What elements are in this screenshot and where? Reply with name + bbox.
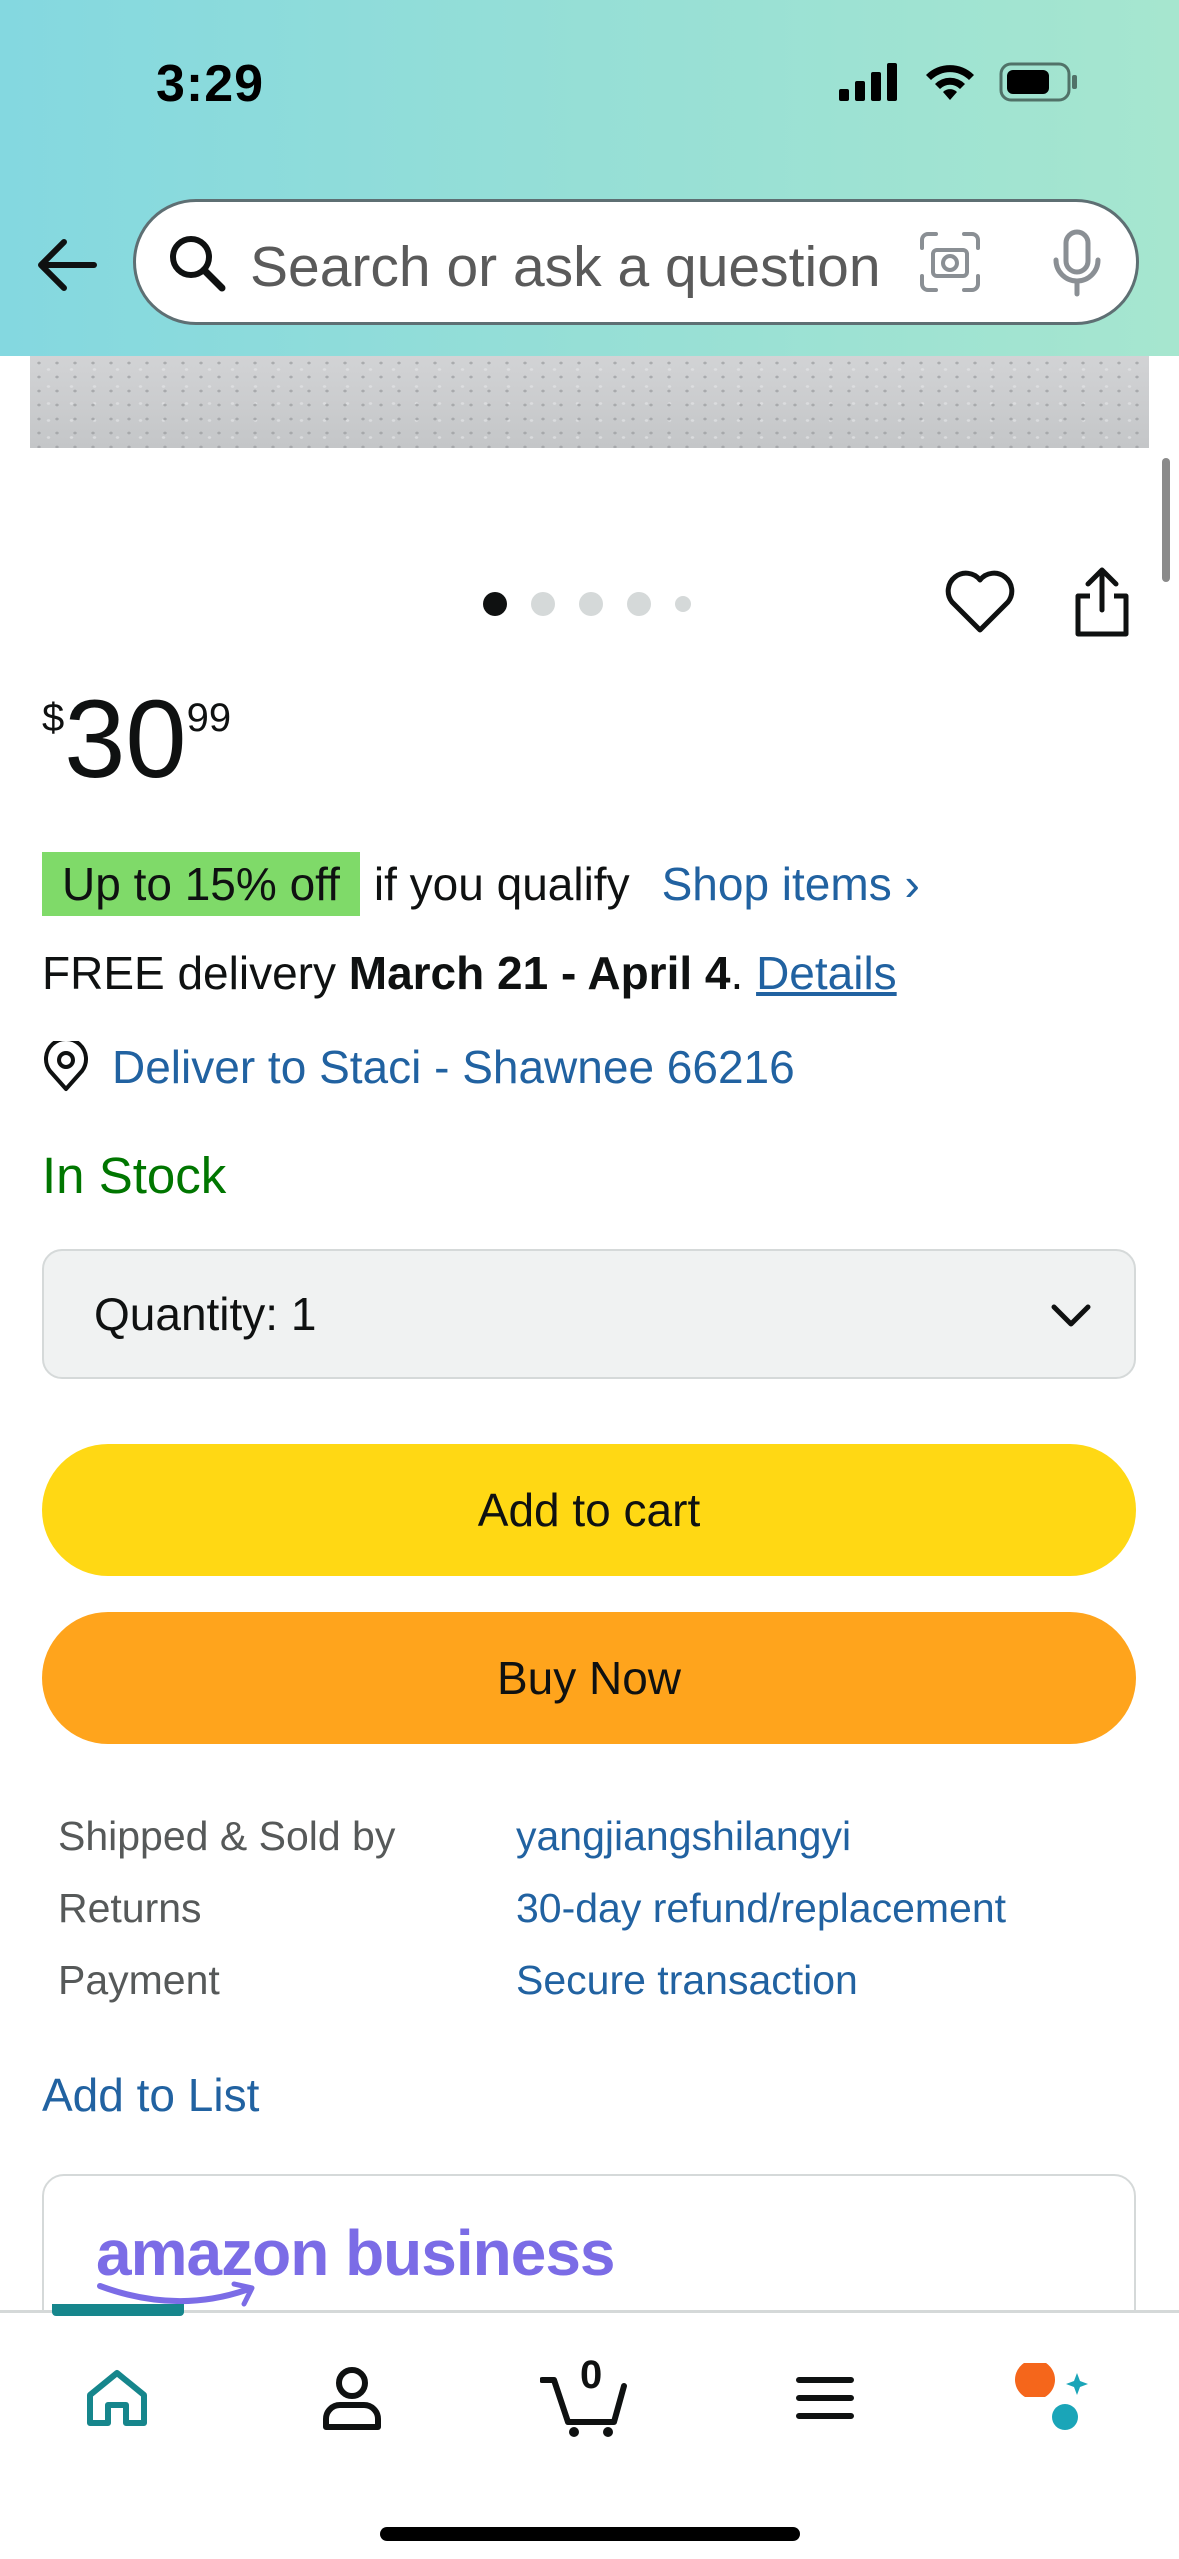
delivery-dates: March 21 - April 4	[348, 947, 731, 999]
nav-active-indicator	[52, 2304, 184, 2316]
info-row-returns: Returns 30-day refund/replacement	[58, 1872, 1006, 1944]
discount-badge: Up to 15% off	[42, 852, 360, 916]
price-symbol: $	[42, 696, 65, 740]
bottom-nav: 0	[0, 2304, 1179, 2559]
status-time: 3:29	[156, 55, 265, 113]
cart-count-badge: 0	[580, 2353, 603, 2397]
returns-link[interactable]: 30-day refund/replacement	[516, 1885, 1006, 1932]
info-label: Returns	[58, 1884, 202, 1931]
location-pin-icon	[44, 1041, 88, 1091]
carousel-dot[interactable]	[483, 592, 507, 616]
home-icon	[87, 2370, 147, 2426]
back-arrow-icon[interactable]	[32, 230, 102, 300]
info-row-payment: Payment Secure transaction	[58, 1944, 1006, 2016]
nav-home[interactable]	[72, 2353, 162, 2443]
price-fraction: 99	[186, 696, 232, 740]
header: 3:29 Search or ask a question	[0, 0, 1179, 356]
chevron-down-icon	[1051, 1304, 1091, 1327]
stock-status: In Stock	[42, 1147, 227, 1204]
home-indicator	[380, 2527, 800, 2541]
nav-account[interactable]	[307, 2353, 397, 2443]
payment-link[interactable]: Secure transaction	[516, 1957, 858, 2004]
carousel-dot[interactable]	[675, 596, 691, 612]
nav-rufus[interactable]	[1010, 2353, 1100, 2443]
search-bar[interactable]: Search or ask a question	[133, 199, 1139, 325]
heart-icon[interactable]	[944, 570, 1016, 636]
rufus-icon	[1015, 2363, 1088, 2430]
scrollbar[interactable]	[1162, 458, 1170, 582]
promo-row: Up to 15% off if you qualify Shop items …	[42, 852, 920, 916]
delivery-suffix: .	[730, 947, 757, 999]
info-row-shipped: Shipped & Sold by yangjiangshilangyi	[58, 1800, 1006, 1872]
battery-icon	[999, 62, 1077, 102]
seller-info: Shipped & Sold by yangjiangshilangyi Ret…	[58, 1800, 1006, 2016]
quantity-value: 1	[290, 1288, 317, 1340]
share-icon[interactable]	[1072, 566, 1132, 638]
carousel-dot[interactable]	[627, 592, 651, 616]
microphone-icon[interactable]	[1046, 228, 1108, 298]
shop-items-link[interactable]: Shop items ›	[662, 857, 920, 911]
add-to-cart-button[interactable]: Add to cart	[42, 1444, 1136, 1576]
status-icons	[839, 62, 1079, 102]
carousel-dot[interactable]	[579, 592, 603, 616]
nav-cart[interactable]: 0	[540, 2353, 630, 2443]
seller-link[interactable]: yangjiangshilangyi	[516, 1813, 851, 1860]
search-icon	[170, 236, 226, 292]
info-label: Payment	[58, 1956, 220, 2003]
image-carousel-dots[interactable]	[483, 592, 691, 616]
add-to-list-link[interactable]: Add to List	[42, 2068, 259, 2122]
promo-text: if you qualify	[373, 858, 630, 910]
quantity-selector[interactable]: Quantity: 1	[42, 1249, 1136, 1379]
camera-lens-icon[interactable]	[918, 230, 982, 294]
carousel-dot[interactable]	[531, 592, 555, 616]
delivery-prefix: FREE delivery	[42, 947, 349, 999]
delivery-info: FREE delivery March 21 - April 4. Detail…	[42, 946, 897, 1000]
search-input[interactable]: Search or ask a question	[250, 234, 970, 300]
deliver-to-text[interactable]: Deliver to Staci - Shawnee 66216	[112, 1040, 795, 1094]
person-icon	[323, 2367, 381, 2430]
quantity-label: Quantity:	[94, 1288, 279, 1340]
buy-now-button[interactable]: Buy Now	[42, 1612, 1136, 1744]
amazon-business-logo: amazon business	[96, 2217, 615, 2289]
details-link[interactable]: Details	[756, 947, 897, 999]
price: $ 30 99	[42, 680, 231, 800]
nav-menu[interactable]	[780, 2353, 870, 2443]
info-label: Shipped & Sold by	[58, 1812, 396, 1859]
wifi-icon	[926, 65, 974, 100]
product-image[interactable]	[30, 356, 1149, 448]
signal-icon	[839, 63, 897, 101]
deliver-to-link[interactable]: Deliver to Staci - Shawnee 66216	[42, 1040, 795, 1094]
price-whole: 30	[64, 678, 187, 801]
menu-icon	[796, 2377, 854, 2419]
